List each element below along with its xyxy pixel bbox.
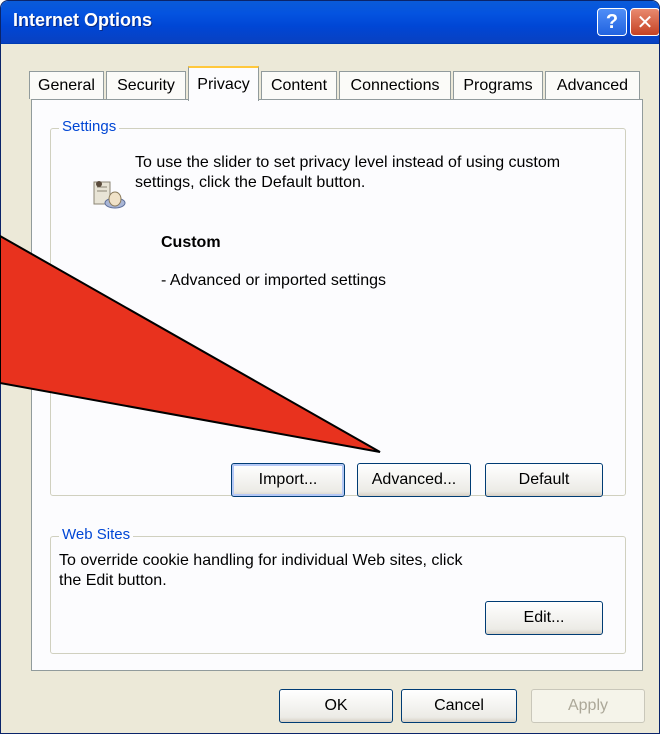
privacy-icon [93,181,126,209]
tab-privacy[interactable]: Privacy [188,66,259,101]
websites-group-label: Web Sites [59,526,134,543]
edit-button[interactable]: Edit... [485,601,603,635]
apply-button[interactable]: Apply [531,689,645,723]
privacy-panel: Settings To use the slider to set privac… [31,99,643,671]
cancel-button[interactable]: Cancel [401,689,517,723]
tab-connections[interactable]: Connections [339,71,451,99]
tab-general[interactable]: General [29,71,104,99]
title-bar[interactable]: Internet Options ? ✕ [1,1,659,44]
tab-content[interactable]: Content [261,71,337,99]
import-button[interactable]: Import... [231,463,345,497]
tab-advanced[interactable]: Advanced [545,71,640,99]
close-icon[interactable]: ✕ [630,8,659,36]
websites-instruction: To override cookie handling for individu… [59,552,463,589]
help-icon[interactable]: ? [597,8,627,36]
settings-group: Settings To use the slider to set privac… [50,118,626,497]
tab-security[interactable]: Security [106,71,186,99]
advanced-button[interactable]: Advanced... [357,463,471,497]
privacy-level-description: - Advanced or imported settings [161,272,387,289]
settings-instruction: To use the slider to set privacy level i… [135,154,561,191]
window-title: Internet Options [13,10,152,30]
ok-button[interactable]: OK [279,689,393,723]
privacy-level-title: Custom [161,234,221,251]
settings-group-label: Settings [59,118,120,135]
tab-programs[interactable]: Programs [453,71,543,99]
internet-options-dialog: Internet Options ? ✕ General Security Pr… [0,0,660,734]
default-button[interactable]: Default [485,463,603,497]
websites-group: Web Sites To override cookie handling fo… [50,526,626,654]
